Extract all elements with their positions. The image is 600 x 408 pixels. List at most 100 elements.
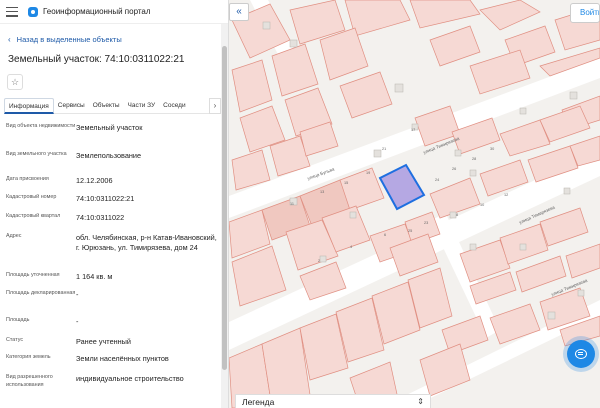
- property-row: Площадь декларированная -: [6, 290, 218, 317]
- parcel-number: 4: [350, 245, 352, 249]
- property-row: Площадь -: [6, 317, 218, 337]
- property-key: Кадастровый номер: [6, 194, 57, 200]
- building: [319, 255, 327, 263]
- parcel-number: 6: [384, 233, 386, 237]
- building: [519, 107, 527, 115]
- property-value: -: [76, 290, 79, 299]
- property-key: Площадь: [6, 317, 30, 323]
- building: [519, 243, 527, 251]
- chevron-left-icon: ‹: [8, 34, 11, 44]
- parcel[interactable]: [339, 71, 393, 119]
- selected-parcel[interactable]: [378, 163, 426, 211]
- parcel-number: 19: [366, 171, 370, 175]
- property-row: Вид разрешенного использования индивидуа…: [6, 374, 218, 394]
- parcel[interactable]: [231, 59, 273, 113]
- parcel[interactable]: [429, 25, 481, 67]
- property-key: Вид разрешенного использования: [6, 374, 53, 388]
- map-canvas[interactable]: улица Бульва улица Тимирязева улица Тими…: [229, 0, 600, 408]
- property-row: Дата присвоения 12.12.2006: [6, 176, 218, 194]
- property-key: Статус: [6, 337, 24, 343]
- favorite-button[interactable]: ☆: [7, 74, 23, 90]
- property-value: Землепользование: [76, 151, 142, 160]
- property-key: Адрес: [6, 233, 22, 239]
- property-row: Вид объекта недвижимости Земельный участ…: [6, 123, 218, 151]
- tab-bar: Информация Сервисы Объекты Части ЗУ Сосе…: [4, 98, 221, 114]
- building: [469, 243, 477, 251]
- tab-info[interactable]: Информация: [4, 98, 54, 114]
- parcel-number: 26: [452, 167, 456, 171]
- legend-panel[interactable]: Легенда ⇕: [235, 394, 431, 408]
- star-icon: ☆: [10, 76, 20, 87]
- property-row: Статус Ранее учтенный: [6, 337, 218, 354]
- property-value: 74:10:0311022:21: [76, 194, 135, 203]
- property-row: Площадь уточненная 1 164 кв. м: [6, 272, 218, 290]
- parcel[interactable]: [479, 0, 541, 31]
- property-value: обл. Челябинская, р-н Катав-Ивановский, …: [76, 233, 217, 252]
- tab-parts[interactable]: Части ЗУ: [124, 98, 160, 114]
- building: [469, 169, 477, 177]
- parcel-number: 23: [424, 221, 428, 225]
- tab-objects[interactable]: Объекты: [89, 98, 124, 114]
- building: [394, 83, 404, 93]
- building: [373, 149, 382, 158]
- parcel-number: 21: [382, 147, 386, 151]
- expand-arrows-icon[interactable]: ⇕: [417, 395, 424, 408]
- tab-services[interactable]: Сервисы: [54, 98, 89, 114]
- parcel-number: 13: [320, 190, 324, 194]
- tab-neighbors[interactable]: Соседи: [159, 98, 189, 114]
- property-value: -: [76, 317, 79, 326]
- property-value: Земли населённых пунктов: [76, 354, 169, 363]
- property-key: Категория земель: [6, 354, 51, 360]
- info-panel: Геоинформационный портал ‹ Назад в выдел…: [0, 0, 229, 408]
- building: [454, 149, 462, 157]
- property-key: Дата присвоения: [6, 176, 49, 182]
- chat-icon: [575, 349, 587, 359]
- properties-list: Вид объекта недвижимости Земельный участ…: [6, 123, 218, 394]
- building: [577, 289, 585, 297]
- cadastral-map[interactable]: улица Бульва улица Тимирязева улица Тими…: [229, 0, 600, 408]
- property-row: Адрес обл. Челябинская, р-н Катав-Иванов…: [6, 233, 218, 272]
- property-key: Площадь декларированная: [6, 290, 76, 296]
- building: [289, 39, 298, 48]
- parcel[interactable]: [515, 255, 567, 293]
- building: [547, 311, 556, 320]
- parcel-number: 10: [480, 203, 484, 207]
- property-row: Категория земель Земли населённых пункто…: [6, 354, 218, 374]
- collapse-panel-button[interactable]: «: [229, 3, 249, 21]
- parcel-number: 30: [490, 147, 494, 151]
- parcel-number: 12: [504, 193, 508, 197]
- chat-button[interactable]: [567, 340, 595, 368]
- parcel[interactable]: [565, 243, 600, 279]
- building: [569, 91, 578, 100]
- app-title: Геоинформационный портал: [43, 7, 151, 16]
- building: [563, 187, 571, 195]
- property-row: Вид земельного участка Землепользование: [6, 151, 218, 176]
- parcel-number: 24: [435, 178, 439, 182]
- building: [349, 211, 357, 219]
- top-bar: Геоинформационный портал: [0, 0, 228, 24]
- portal-logo-icon: [28, 6, 38, 17]
- panel-scrollbar[interactable]: [221, 24, 228, 408]
- parcel[interactable]: [539, 105, 591, 143]
- parcel-number: 25: [408, 229, 412, 233]
- property-key: Площадь уточненная: [6, 272, 60, 278]
- parcel[interactable]: [419, 343, 471, 397]
- parcel[interactable]: [539, 207, 589, 247]
- back-to-selected-link[interactable]: ‹ Назад в выделенные объекты: [8, 33, 228, 45]
- parcel-number: 2: [318, 259, 320, 263]
- parcel[interactable]: [409, 0, 481, 29]
- scrollbar-thumb[interactable]: [222, 46, 227, 370]
- property-key: Кадастровый квартал: [6, 213, 61, 219]
- property-value: 12.12.2006: [76, 176, 113, 185]
- hamburger-icon[interactable]: [6, 6, 18, 17]
- parcel-number: 11: [290, 202, 294, 206]
- parcel-number: 17: [411, 128, 415, 132]
- object-title: Земельный участок: 74:10:0311022:21: [8, 54, 185, 65]
- property-value: Земельный участок: [76, 123, 143, 132]
- chevron-right-icon[interactable]: ›: [209, 98, 221, 114]
- legend-label: Легенда: [242, 397, 275, 407]
- back-link-label: Назад в выделенные объекты: [16, 34, 122, 44]
- login-button[interactable]: Войти: [570, 3, 600, 23]
- parcel-number: 15: [344, 181, 348, 185]
- building: [262, 21, 271, 30]
